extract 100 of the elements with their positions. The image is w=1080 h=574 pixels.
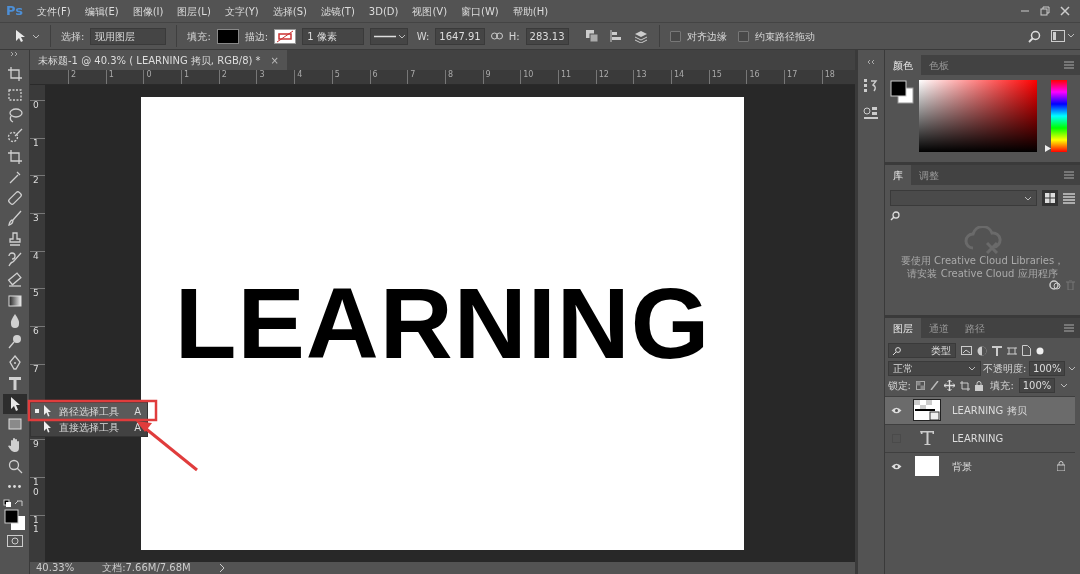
ruler-number: 1 [108, 70, 114, 79]
type-filter-icon[interactable] [991, 345, 1002, 356]
menu-item[interactable]: 视图(V) [412, 3, 455, 19]
close-icon[interactable] [1060, 6, 1070, 16]
document-tab-title: 未标题-1 @ 40.3% ( LEARNING 拷贝, RGB/8) * [38, 53, 261, 68]
lock-artboard-icon[interactable] [959, 380, 970, 391]
path-alignment-icon[interactable] [608, 29, 623, 43]
lock-pixels-icon[interactable] [915, 381, 925, 390]
flyout-menu-item[interactable]: 路径选择工具 A [31, 403, 147, 419]
eraser-icon [6, 272, 23, 289]
filter-dropdown[interactable]: 类型 [887, 343, 956, 358]
menu-item[interactable]: 窗口(W) [461, 3, 506, 19]
caret-icon[interactable] [1067, 364, 1076, 372]
ruler-number: 3 [259, 70, 265, 79]
shortcut-key: A [134, 419, 141, 435]
stamp-icon [6, 231, 23, 248]
path-operations-icon[interactable] [584, 29, 599, 43]
blend-mode-dropdown[interactable]: 正常 [887, 360, 981, 376]
smart-object-filter-icon[interactable] [1021, 345, 1031, 356]
tab-close-button[interactable]: × [270, 52, 279, 68]
sync-icon[interactable] [1049, 280, 1061, 290]
panel-tab[interactable]: 调整 [911, 165, 947, 185]
ruler-number: 12 [598, 70, 609, 79]
layer-row[interactable]: LEARNING [885, 423, 1075, 452]
layer-row[interactable]: 背景 [885, 451, 1075, 480]
color-swatches-icon[interactable] [2, 498, 27, 533]
stroke-label: 描边: [244, 29, 269, 44]
path-arrangement-icon[interactable] [632, 29, 649, 43]
select-dropdown[interactable]: 现用图层 [90, 27, 167, 45]
fill-swatch[interactable] [216, 28, 239, 44]
menu-item[interactable]: 帮助(H) [512, 3, 556, 19]
panel-tab[interactable]: 色板 [921, 55, 957, 75]
menu-item[interactable]: 文件(F) [37, 3, 78, 19]
gradient-icon [6, 292, 23, 309]
panel-tab[interactable]: 图层 [885, 318, 921, 338]
panel-tab[interactable]: 通道 [921, 318, 957, 338]
filter-toggle-icon[interactable] [1035, 346, 1044, 355]
list-view-icon[interactable] [1063, 192, 1075, 204]
panel-tab[interactable]: 路径 [957, 318, 993, 338]
fill-field[interactable]: 100% [1018, 378, 1056, 393]
lock-paint-icon[interactable] [929, 381, 939, 390]
canvas-text: LEARNING [174, 273, 711, 374]
stroke-swatch[interactable] [274, 28, 297, 44]
hue-slider-thumb[interactable] [1044, 145, 1051, 152]
layer-name: 背景 [952, 459, 972, 474]
stroke-style-dropdown[interactable] [370, 27, 409, 45]
quick-selection-icon [6, 128, 23, 145]
caret-icon[interactable] [1060, 382, 1069, 389]
menu-item[interactable]: 图层(L) [177, 3, 218, 19]
panel-tab[interactable]: 颜色 [885, 55, 921, 75]
image-filter-icon[interactable] [960, 346, 972, 355]
menu-item[interactable]: 滤镜(T) [320, 3, 362, 19]
magnifier-icon [6, 457, 23, 474]
restore-icon[interactable] [1040, 6, 1050, 16]
link-icon[interactable] [490, 32, 503, 40]
document-tab[interactable]: 未标题-1 @ 40.3% ( LEARNING 拷贝, RGB/8) * × [30, 50, 287, 70]
ruler-number: 17 [787, 70, 798, 79]
foreground-background-swatch[interactable] [890, 80, 914, 104]
opacity-label: 不透明度: [983, 361, 1027, 376]
checkbox[interactable] [737, 30, 749, 42]
panel-tab[interactable]: 库 [885, 165, 911, 185]
lock-move-icon[interactable] [943, 380, 955, 391]
history-panel-icon[interactable] [863, 78, 879, 92]
opacity-field[interactable]: 100% [1028, 360, 1066, 376]
menu-item[interactable]: 文字(Y) [224, 3, 266, 19]
lock-all-icon[interactable] [974, 380, 983, 391]
menu-item[interactable]: 3D(D) [368, 3, 406, 19]
menu-item[interactable]: 编辑(E) [84, 3, 126, 19]
eye-icon[interactable] [890, 406, 902, 414]
stroke-width-dropdown[interactable]: 1 像素 [302, 27, 365, 45]
search-icon[interactable] [1028, 29, 1041, 43]
arrow-cursor-tool[interactable] [2, 393, 27, 415]
ruler-number: 4 [32, 251, 39, 262]
checkbox[interactable] [669, 30, 681, 42]
layer-name: LEARNING [952, 431, 1004, 446]
ruler-number: 10 [32, 477, 39, 498]
panel-grip-icon[interactable] [10, 52, 19, 56]
shape-filter-icon[interactable] [1006, 345, 1017, 356]
chevron-icon[interactable] [218, 564, 225, 572]
arrow-cursor-icon[interactable] [14, 29, 26, 43]
hue-slider[interactable] [1044, 80, 1067, 152]
menu-item[interactable]: 图像(I) [132, 3, 171, 19]
properties-panel-icon[interactable] [863, 106, 879, 120]
search-icon[interactable] [890, 211, 900, 221]
menu-item[interactable]: 选择(S) [272, 3, 314, 19]
eye-icon[interactable] [890, 462, 902, 470]
ruler-number: 13 [636, 70, 647, 79]
grid-view-icon[interactable] [1042, 190, 1058, 206]
adjustment-filter-icon[interactable] [976, 345, 987, 356]
collapse-icon[interactable] [867, 60, 875, 64]
workspace-icon[interactable] [1051, 30, 1075, 42]
layer-row[interactable]: LEARNING 拷贝 [885, 395, 1075, 424]
caret-icon[interactable] [32, 32, 40, 40]
selected-bullet-icon [35, 409, 39, 413]
quick-mask-icon[interactable] [6, 535, 23, 548]
width-field[interactable]: 1647.91 [435, 27, 485, 45]
annotation-arrow [136, 421, 198, 472]
height-field[interactable]: 283.13 [525, 27, 569, 45]
ruler-number: 7 [410, 70, 416, 79]
color-field[interactable] [919, 80, 1037, 152]
